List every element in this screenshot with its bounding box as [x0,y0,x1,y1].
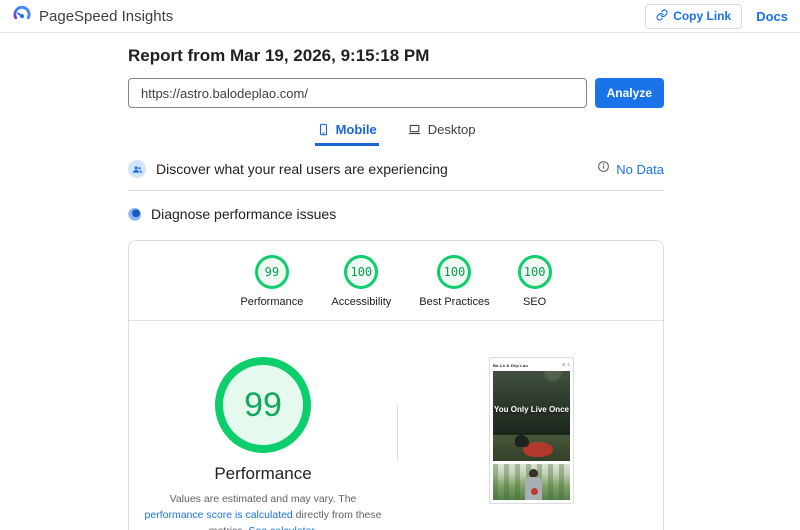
section-divider [128,190,664,191]
menu-icon: ≡ [562,362,566,368]
thumbnail-site-title: Ba Lô & Dép Lào [493,363,529,368]
see-calculator-link[interactable]: See calculator. [248,525,317,530]
thumbnail-secondary-image [493,464,570,500]
real-users-icon [128,160,146,178]
score-seo-value: 100 [517,255,552,289]
score-performance-value: 99 [254,255,289,289]
url-form: Analyze [128,78,664,108]
tab-mobile[interactable]: Mobile [314,118,379,146]
score-summary-row: 99 Performance 100 Accessibility 100 Bes… [129,241,663,320]
analyze-button[interactable]: Analyze [594,78,664,108]
score-seo-label: SEO [522,296,547,308]
thumbnail-hero-image: You Only Live Once [493,371,570,461]
performance-gauge[interactable]: 99 [215,357,311,453]
hero-headline: You Only Live Once [494,405,569,414]
desktop-laptop-icon [407,123,422,136]
tab-desktop[interactable]: Desktop [405,118,478,146]
person-silhouette [515,435,529,447]
palm-silhouette [540,371,566,385]
lighthouse-report-card: 99 Performance 100 Accessibility 100 Bes… [128,240,664,530]
url-input[interactable] [128,78,587,108]
brand[interactable]: PageSpeed Insights [12,4,173,29]
search-icon: ⌕ [567,362,570,368]
score-performance[interactable]: 99 Performance [240,255,303,308]
docs-link[interactable]: Docs [756,9,788,24]
score-accessibility[interactable]: 100 Accessibility [331,255,391,308]
score-best-practices-value: 100 [437,255,472,289]
diagnose-gauge-icon [128,207,141,221]
score-seo[interactable]: 100 SEO [517,255,552,308]
final-screenshot-thumbnail[interactable]: Ba Lô & Dép Lào ≡ ⌕ You Only Live Once [489,357,574,504]
score-calc-link[interactable]: performance score is calculated [145,509,293,521]
report-title: Report from Mar 19, 2026, 9:15:18 PM [128,46,430,65]
copy-link-label: Copy Link [673,9,732,23]
discover-row: Discover what your real users are experi… [128,156,664,182]
disclaimer-text-1: Values are estimated and may vary. The [169,493,357,505]
score-performance-label: Performance [240,296,304,308]
info-icon[interactable] [597,160,610,178]
performance-section: 99 Performance Values are estimated and … [129,321,663,530]
thumbnail-site-header: Ba Lô & Dép Lào ≡ ⌕ [493,361,570,370]
discover-label: Discover what your real users are experi… [156,161,448,177]
diagnose-row: Diagnose performance issues [128,201,664,227]
red-object [531,488,538,495]
copy-link-button[interactable]: Copy Link [645,3,743,29]
top-bar: PageSpeed Insights Copy Link Docs [0,0,800,33]
score-best-practices[interactable]: 100 Best Practices [419,255,490,308]
diagnose-label: Diagnose performance issues [151,206,337,222]
app-title: PageSpeed Insights [39,7,174,25]
link-icon [656,9,668,24]
vertical-divider [397,405,398,461]
device-tabs: Mobile Desktop [128,118,664,146]
pagespeed-logo-icon [12,4,32,29]
tab-mobile-label: Mobile [335,122,377,137]
score-disclaimer: Values are estimated and may vary. The p… [139,492,387,530]
no-data-status[interactable]: No Data [616,162,664,177]
score-best-practices-label: Best Practices [419,296,490,308]
tab-desktop-label: Desktop [427,122,476,137]
score-accessibility-label: Accessibility [331,296,392,308]
performance-gauge-label: Performance [214,464,312,483]
mobile-phone-icon [317,123,330,136]
score-accessibility-value: 100 [344,255,379,289]
